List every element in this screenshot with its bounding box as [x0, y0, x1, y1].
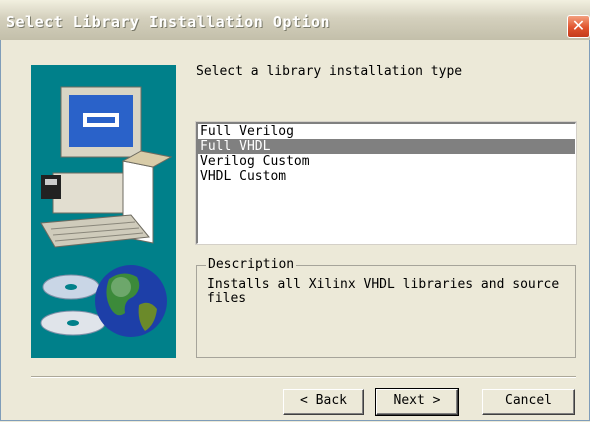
window-title: Select Library Installation Option — [6, 13, 331, 31]
description-line: files — [207, 291, 247, 306]
wizard-side-image — [31, 65, 176, 358]
close-icon: ✕ — [571, 16, 586, 35]
installation-type-prompt: Select a library installation type — [196, 64, 463, 79]
next-button[interactable]: Next > — [375, 388, 459, 416]
list-item-vhdl-custom[interactable]: VHDL Custom — [198, 169, 575, 184]
list-item-full-vhdl[interactable]: Full VHDL — [198, 139, 575, 154]
separator — [31, 376, 576, 378]
title-bar: Select Library Installation Option ✕ — [0, 0, 590, 40]
installation-type-listbox[interactable]: Full Verilog Full VHDL Verilog Custom VH… — [195, 121, 577, 245]
list-item-full-verilog[interactable]: Full Verilog — [198, 124, 575, 139]
computer-icon — [40, 86, 173, 248]
cancel-button[interactable]: Cancel — [482, 389, 575, 415]
back-button-label: < Back — [300, 393, 347, 408]
next-button-label: Next > — [393, 393, 441, 408]
globe-icon — [95, 265, 167, 337]
close-button[interactable]: ✕ — [567, 15, 590, 38]
description-text: Installs all Xilinx VHDL libraries and s… — [207, 278, 567, 306]
description-label: Description — [206, 257, 297, 272]
back-button[interactable]: < Back — [283, 389, 364, 415]
list-item-verilog-custom[interactable]: Verilog Custom — [198, 154, 575, 169]
cancel-button-label: Cancel — [505, 393, 552, 408]
description-line: Installs all Xilinx VHDL libraries and s… — [207, 277, 560, 292]
